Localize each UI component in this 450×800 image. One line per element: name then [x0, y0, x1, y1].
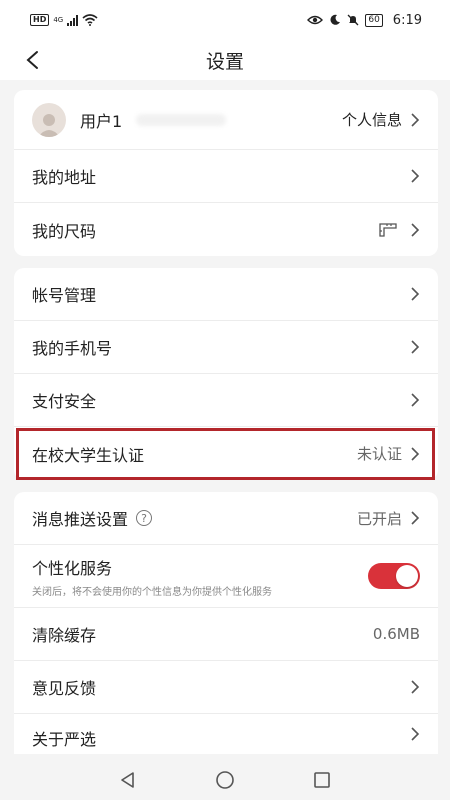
push-row[interactable]: 消息推送设置 ? 已开启	[14, 492, 438, 545]
battery-icon: 60	[365, 13, 383, 27]
size-row[interactable]: 我的尺码	[14, 203, 438, 256]
push-status: 已开启	[356, 509, 402, 528]
payment-row[interactable]: 支付安全	[14, 374, 438, 427]
settings-card: 消息推送设置 ? 已开启 个性化服务 关闭后，将不会使用你的个性信息为你提供个性…	[14, 492, 438, 754]
personal-toggle[interactable]	[368, 563, 420, 589]
chevron-right-icon	[411, 511, 420, 525]
signal-icon	[67, 14, 79, 26]
user-icon	[38, 113, 60, 137]
personal-row: 个性化服务 关闭后，将不会使用你的个性信息为你提供个性化服务	[14, 545, 438, 608]
personal-text: 个性化服务 关闭后，将不会使用你的个性信息为你提供个性化服务	[32, 555, 368, 598]
phone-label: 我的手机号	[32, 339, 113, 358]
profile-row[interactable]: 用户1 个人信息	[14, 90, 438, 150]
cache-label: 清除缓存	[32, 626, 97, 645]
wifi-icon	[82, 14, 98, 26]
personal-label: 个性化服务	[32, 558, 113, 578]
circle-home-icon	[216, 771, 234, 789]
back-button[interactable]	[20, 48, 44, 72]
about-label: 关于严选	[32, 730, 97, 749]
personal-info-label: 个人信息	[341, 111, 402, 129]
cache-size: 0.6MB	[372, 625, 420, 643]
chevron-right-icon	[411, 446, 420, 461]
status-right: 60 6:19	[307, 13, 422, 28]
help-icon[interactable]: ?	[136, 510, 153, 526]
student-label: 在校大学生认证	[32, 445, 145, 465]
square-recents-icon	[313, 772, 330, 788]
nav-recents-button[interactable]	[310, 768, 334, 792]
eye-icon	[307, 15, 324, 25]
cache-row[interactable]: 清除缓存 0.6MB	[14, 608, 438, 661]
status-time: 6:19	[392, 12, 422, 28]
chevron-right-icon	[411, 287, 420, 301]
nav-bar: 设置	[0, 40, 450, 80]
chevron-right-icon	[411, 393, 420, 407]
profile-name-wrap: 用户1	[80, 108, 342, 132]
nav-back-button[interactable]	[116, 768, 140, 792]
toggle-knob	[396, 565, 418, 587]
chevron-left-icon	[26, 51, 38, 69]
chevron-right-icon	[411, 169, 420, 183]
moon-icon	[330, 14, 341, 25]
student-row[interactable]: 在校大学生认证 未认证	[14, 427, 438, 480]
payment-label: 支付安全	[32, 392, 97, 411]
push-label-wrap: 消息推送设置 ?	[32, 506, 357, 530]
chevron-right-icon	[411, 222, 420, 237]
chevron-right-icon	[411, 340, 420, 354]
address-label: 我的地址	[32, 168, 97, 187]
chevron-right-icon	[411, 112, 420, 127]
phone-row[interactable]: 我的手机号	[14, 321, 438, 374]
size-label: 我的尺码	[32, 221, 97, 241]
chevron-right-icon	[411, 727, 420, 741]
push-label: 消息推送设置	[32, 510, 129, 529]
network-type: 4G	[53, 16, 64, 24]
chevron-right-icon	[411, 680, 420, 694]
status-left: HD 4G	[30, 14, 98, 26]
feedback-label: 意见反馈	[32, 679, 97, 698]
username: 用户1	[80, 111, 123, 131]
hd-badge: HD	[30, 14, 50, 26]
triangle-back-icon	[121, 772, 135, 788]
page-title: 设置	[205, 50, 244, 73]
mute-bell-icon	[347, 14, 359, 26]
name-blur	[136, 113, 227, 126]
profile-card: 用户1 个人信息 我的地址 我的尺码	[14, 90, 438, 256]
account-card: 帐号管理 我的手机号 支付安全 在校大学生认证 未认证	[14, 268, 438, 480]
feedback-row[interactable]: 意见反馈	[14, 661, 438, 714]
account-row[interactable]: 帐号管理	[14, 268, 438, 321]
nav-home-button[interactable]	[213, 768, 237, 792]
avatar	[32, 102, 66, 137]
status-bar: HD 4G 60 6:19	[0, 0, 450, 40]
about-row[interactable]: 关于严选	[14, 714, 438, 754]
ruler-icon	[379, 222, 397, 237]
account-label: 帐号管理	[32, 286, 97, 305]
system-nav-bar	[0, 760, 450, 800]
address-row[interactable]: 我的地址	[14, 150, 438, 203]
personal-desc: 关闭后，将不会使用你的个性信息为你提供个性化服务	[32, 586, 272, 598]
student-status: 未认证	[356, 445, 402, 463]
